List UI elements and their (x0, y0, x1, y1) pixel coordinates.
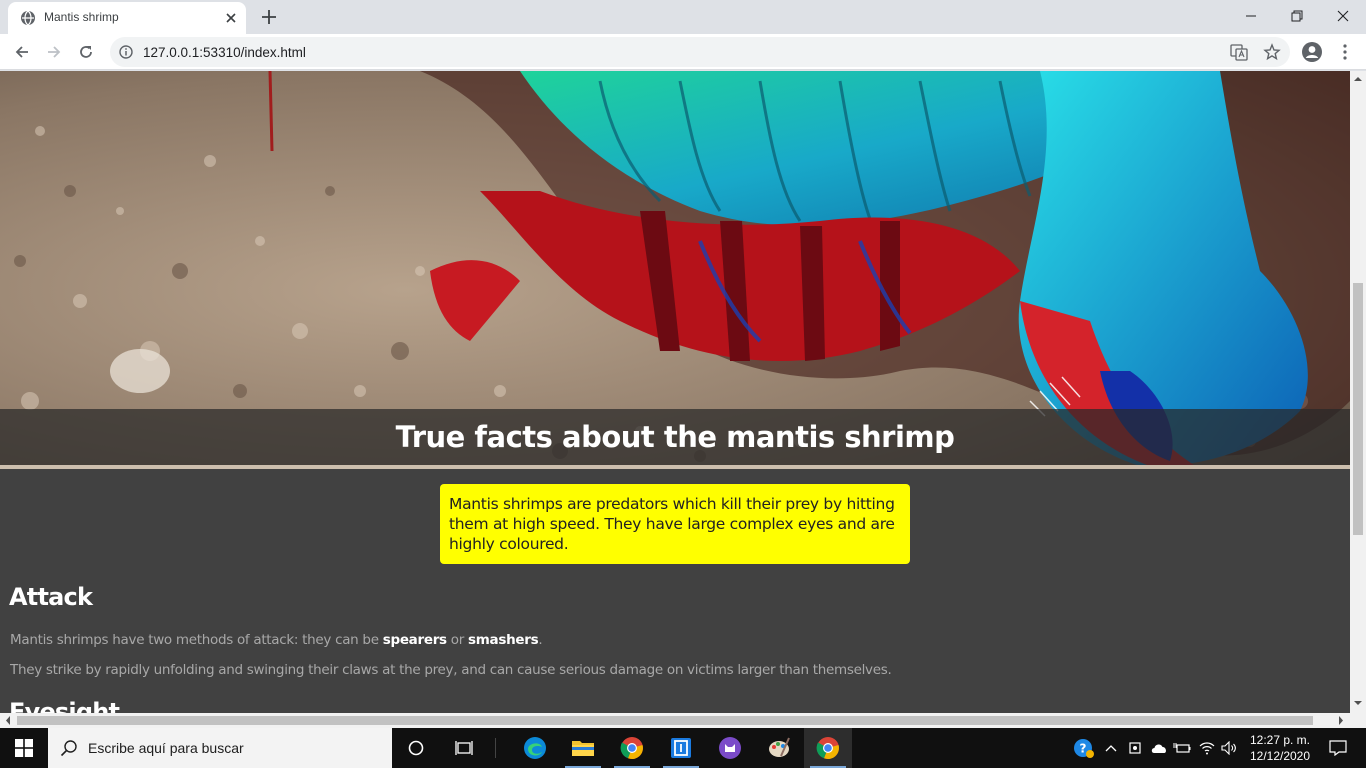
info-icon[interactable] (119, 45, 133, 59)
restore-icon (1291, 10, 1303, 22)
close-icon (1337, 10, 1349, 22)
tab-title: Mantis shrimp (44, 10, 119, 24)
edge-icon (524, 737, 546, 759)
horizontal-scrollbar[interactable] (0, 713, 1366, 728)
restore-button[interactable] (1274, 0, 1320, 32)
taskbar-chrome-1[interactable] (608, 728, 656, 768)
app-window-icon (671, 738, 691, 758)
camera-icon (1129, 742, 1141, 754)
arrow-left-icon (15, 46, 28, 58)
minimize-button[interactable] (1228, 0, 1274, 32)
action-center-button[interactable] (1318, 728, 1358, 768)
taskbar-edge[interactable] (511, 728, 559, 768)
tab-strip: Mantis shrimp (0, 0, 1366, 34)
new-tab-icon[interactable] (258, 6, 280, 28)
account-icon (1302, 42, 1322, 62)
star-icon[interactable] (1263, 43, 1281, 61)
cloud-icon (1151, 744, 1166, 753)
scroll-down-icon[interactable] (1354, 699, 1362, 707)
taskbar-separator (495, 738, 496, 758)
taskbar-search[interactable]: Escribe aquí para buscar (48, 728, 392, 768)
intro-highlight-box: Mantis shrimps are predators which kill … (440, 484, 910, 564)
paint-palette-icon (769, 737, 790, 757)
chrome-icon (620, 737, 643, 760)
svg-text:?: ? (1080, 742, 1087, 756)
attack-p1-text-after: . (538, 632, 543, 648)
chevron-up-icon (1105, 745, 1117, 752)
hero-bottom-band (0, 465, 1350, 469)
taskbar-paint[interactable] (755, 728, 803, 768)
taskbar-chrome-2[interactable] (804, 728, 852, 768)
intro-text: Mantis shrimps are predators which kill … (449, 495, 895, 553)
vertical-scrollbar[interactable] (1350, 71, 1366, 713)
notification-icon (1329, 740, 1347, 756)
scroll-up-icon[interactable] (1354, 75, 1362, 83)
horizontal-scroll-thumb[interactable] (17, 716, 1313, 725)
chrome-icon (816, 737, 839, 760)
attack-paragraph-2: They strike by rapidly unfolding and swi… (10, 662, 892, 678)
heading-eyesight: Eyesight (9, 698, 120, 713)
scroll-left-icon[interactable] (4, 716, 12, 725)
term-smashers: smashers (468, 632, 539, 648)
onedrive-tray-button[interactable] (1149, 738, 1169, 758)
more-vert-icon (1343, 44, 1347, 60)
speaker-icon (1221, 741, 1236, 755)
back-button[interactable] (9, 39, 35, 65)
windows-logo-icon (15, 739, 33, 757)
show-hidden-icons-button[interactable] (1101, 738, 1121, 758)
task-view-button[interactable] (440, 728, 488, 768)
help-tray-button[interactable]: ? (1072, 738, 1096, 758)
reload-icon (80, 46, 92, 58)
translate-icon[interactable] (1230, 43, 1248, 61)
globe-icon (21, 10, 35, 26)
arrow-right-icon (48, 46, 61, 58)
battery-plug-icon (1173, 743, 1191, 753)
scroll-right-icon[interactable] (1337, 716, 1345, 725)
cat-app-icon (719, 737, 741, 759)
clock-time: 12:27 p. m. (1249, 733, 1311, 747)
attack-p1-text-mid: or (450, 632, 465, 648)
wifi-icon (1199, 742, 1215, 755)
help-icon: ? (1074, 739, 1094, 758)
term-spearers: spearers (382, 632, 447, 648)
profile-button[interactable] (1300, 40, 1324, 64)
menu-button[interactable] (1333, 40, 1357, 64)
attack-p1-text-before: Mantis shrimps have two methods of attac… (10, 632, 379, 648)
windows-taskbar: Escribe aquí para buscar ? 12:27 p. m. 1… (0, 728, 1366, 768)
vertical-scroll-thumb[interactable] (1353, 283, 1363, 535)
clock-date: 12/12/2020 (1249, 749, 1311, 763)
taskbar-clock[interactable]: 12:27 p. m. 12/12/2020 (1244, 732, 1316, 764)
battery-tray-button[interactable] (1172, 738, 1192, 758)
close-tab-icon[interactable] (222, 9, 240, 27)
tab-mantis-shrimp[interactable]: Mantis shrimp (8, 2, 246, 34)
start-button[interactable] (0, 728, 48, 768)
address-bar[interactable]: 127.0.0.1:53310/index.html (110, 37, 1290, 67)
meet-now-tray-button[interactable] (1125, 738, 1145, 758)
heading-attack: Attack (9, 583, 93, 611)
page-title: True facts about the mantis shrimp (395, 420, 955, 454)
network-tray-button[interactable] (1197, 738, 1217, 758)
attack-paragraph-1: Mantis shrimps have two methods of attac… (10, 632, 543, 648)
search-placeholder: Escribe aquí para buscar (88, 740, 244, 756)
taskbar-app-blue[interactable] (657, 728, 705, 768)
url-text: 127.0.0.1:53310/index.html (143, 45, 306, 60)
volume-tray-button[interactable] (1219, 738, 1239, 758)
browser-toolbar: 127.0.0.1:53310/index.html (0, 34, 1366, 70)
minimize-icon (1246, 15, 1256, 17)
cortana-icon (408, 740, 424, 756)
folder-icon (572, 741, 594, 756)
cortana-button[interactable] (392, 728, 440, 768)
reload-button[interactable] (73, 39, 99, 65)
forward-button[interactable] (41, 39, 67, 65)
taskbar-file-explorer[interactable] (559, 728, 607, 768)
task-view-icon (455, 741, 473, 755)
search-icon (60, 740, 77, 757)
hero-banner: True facts about the mantis shrimp (0, 409, 1350, 465)
close-window-button[interactable] (1320, 0, 1366, 32)
taskbar-app-purple[interactable] (706, 728, 754, 768)
page-viewport: True facts about the mantis shrimp Manti… (0, 71, 1350, 713)
